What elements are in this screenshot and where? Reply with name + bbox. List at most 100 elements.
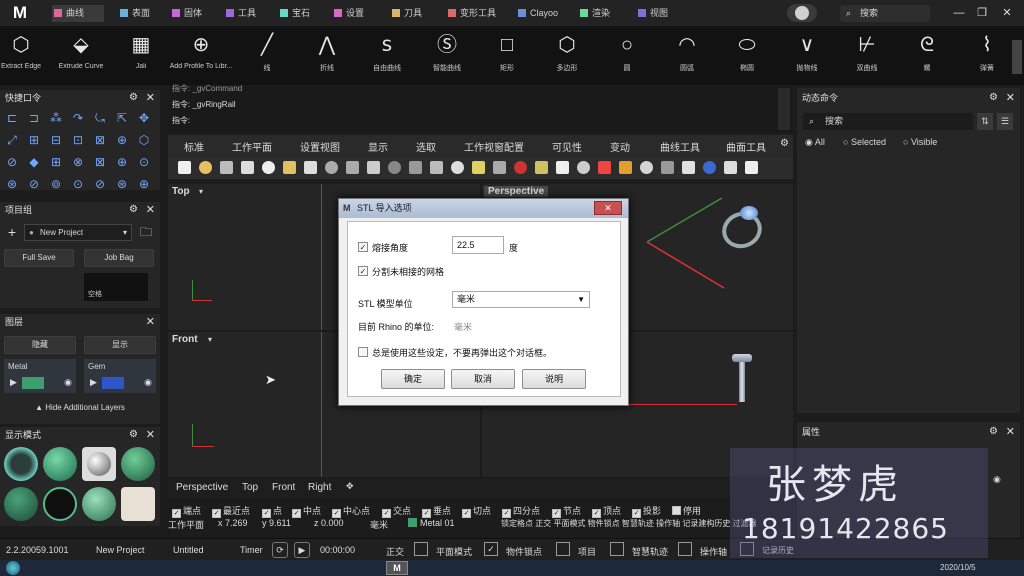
viewport-tab-right[interactable]: Right [308, 482, 331, 493]
stl-unit-select[interactable]: 毫米 ▼ [452, 291, 590, 308]
top-tab-2[interactable]: 固体 [170, 5, 222, 22]
toolbar-tool-icon[interactable] [514, 161, 527, 174]
toolbar-tool-icon[interactable] [556, 161, 569, 174]
quick-command-icon[interactable]: ⊟ [47, 131, 65, 149]
quick-command-icon[interactable]: ⊠ [91, 153, 109, 171]
top-tab-8[interactable]: Clayoo [516, 5, 576, 22]
planar-checkbox[interactable] [414, 542, 428, 556]
toolbar-tab-9[interactable]: 曲面工具 [726, 139, 766, 154]
toolbar-tab-6[interactable]: 可见性 [552, 139, 582, 154]
toolbar-tab-4[interactable]: 选取 [416, 139, 436, 154]
toolbar-tab-8[interactable]: 曲线工具 [660, 139, 700, 154]
radio-all[interactable]: ◉ All [805, 137, 825, 148]
smarttrack-checkbox[interactable] [610, 542, 624, 556]
quick-command-icon[interactable]: ⊠ [91, 131, 109, 149]
command-scrollbar[interactable] [778, 88, 790, 130]
quick-command-icon[interactable]: ⊕ [135, 175, 153, 193]
artistic-mode[interactable] [82, 487, 116, 521]
pen-mode[interactable] [121, 487, 155, 521]
toolbar-tool-icon[interactable] [661, 161, 674, 174]
toolbar-tool-icon[interactable] [262, 161, 275, 174]
dialog-close-button[interactable]: ✕ [594, 201, 622, 215]
weld-angle-input[interactable]: 22.5 [452, 236, 504, 254]
toolbar-tab-5[interactable]: 工作视窗配置 [464, 139, 524, 154]
toolbar-tool-icon[interactable] [367, 161, 380, 174]
eye-icon[interactable]: ◉ [993, 474, 1001, 485]
quick-command-icon[interactable]: ⊕ [113, 131, 131, 149]
toolbar-tab-7[interactable]: 变动 [610, 139, 630, 154]
quick-command-icon[interactable]: ⤿ [91, 109, 109, 127]
command-prompt[interactable]: 指令: [172, 115, 190, 126]
toolbar-tool-icon[interactable] [598, 161, 611, 174]
weld-angle-checkbox[interactable]: ✓ [358, 242, 368, 252]
top-search-input[interactable]: ⌕ 搜索 [840, 5, 930, 22]
split-mesh-checkbox[interactable]: ✓ [358, 266, 368, 276]
layer-gem[interactable]: Gem ▶ ◉ [84, 359, 156, 393]
toolbar-tab-0[interactable]: 标准 [184, 139, 204, 154]
close-icon[interactable]: ✕ [146, 90, 155, 106]
quick-command-icon[interactable]: ⊙ [69, 175, 87, 193]
radio-visible[interactable]: ○ Visible [903, 137, 937, 147]
start-button[interactable] [6, 561, 20, 575]
ring-side-model[interactable] [732, 354, 752, 404]
cancel-button[interactable]: 取消 [451, 369, 515, 389]
ribbon-tool-3[interactable]: ⊕ Add Profile To Libr... [166, 31, 236, 83]
gear-icon[interactable]: ⚙ [989, 422, 998, 442]
gem-model[interactable] [740, 206, 758, 220]
toolbar-tool-icon[interactable] [703, 161, 716, 174]
minimize-icon[interactable]: — [952, 6, 966, 20]
close-icon[interactable]: ✕ [146, 202, 155, 218]
project-thumbnail[interactable]: 空格 [84, 273, 148, 301]
toolbar-tool-icon[interactable] [409, 161, 422, 174]
toolbar-tool-icon[interactable] [619, 161, 632, 174]
filter-icon[interactable]: ⇅ [977, 113, 993, 130]
quick-command-icon[interactable]: ⬡ [135, 131, 153, 149]
quick-command-icon[interactable]: ↷ [69, 109, 87, 127]
toolbar-tool-icon[interactable] [283, 161, 296, 174]
toolbar-tool-icon[interactable] [430, 161, 443, 174]
add-icon[interactable]: + [4, 224, 20, 240]
project-select[interactable]: ● New Project ▾ [24, 224, 132, 241]
toolbar-tool-icon[interactable] [178, 161, 191, 174]
show-layers-button[interactable]: 显示 [84, 336, 156, 354]
hide-additional-layers-button[interactable]: ▲ Hide Additional Layers [0, 400, 160, 416]
top-tab-4[interactable]: 宝石 [278, 5, 330, 22]
technical-mode[interactable] [43, 487, 77, 521]
always-use-checkbox[interactable] [358, 347, 368, 357]
close-icon[interactable]: ✕ [146, 314, 155, 330]
user-avatar[interactable] [787, 4, 817, 22]
quick-command-icon[interactable]: ⊏ [3, 109, 21, 127]
rendered-mode[interactable] [82, 447, 116, 481]
quick-command-icon[interactable]: ⇱ [113, 109, 131, 127]
toolbar-tool-icon[interactable] [472, 161, 485, 174]
quick-command-icon[interactable]: ⊙ [135, 153, 153, 171]
app-taskbar-icon[interactable]: M [386, 561, 408, 575]
add-viewport-icon[interactable]: ✥ [346, 481, 354, 492]
reset-timer-button[interactable]: ⟳ [272, 542, 288, 558]
toolbar-tool-icon[interactable] [640, 161, 653, 174]
help-button[interactable]: 说明 [522, 369, 586, 389]
quick-command-icon[interactable]: ⊕ [113, 153, 131, 171]
toolbar-tab-2[interactable]: 设置视图 [300, 139, 340, 154]
toolbar-tool-icon[interactable] [451, 161, 464, 174]
close-icon[interactable]: ✕ [1000, 6, 1014, 20]
gear-icon[interactable]: ⚙ [129, 90, 138, 106]
gumball-checkbox[interactable] [678, 542, 692, 556]
list-icon[interactable]: ☰ [997, 113, 1013, 130]
viewport-tab-perspective[interactable]: Perspective [176, 482, 228, 493]
quick-command-icon[interactable]: ⊗ [69, 153, 87, 171]
job-bag-button[interactable]: Job Bag [84, 249, 154, 267]
project-checkbox[interactable] [556, 542, 570, 556]
toolbar-tool-icon[interactable] [304, 161, 317, 174]
top-tab-1[interactable]: 表面 [118, 5, 170, 22]
gear-icon[interactable]: ⚙ [780, 138, 789, 149]
top-tab-7[interactable]: 变形工具 [446, 5, 514, 22]
quick-command-icon[interactable]: ⊚ [47, 175, 65, 193]
toolbar-tool-icon[interactable] [241, 161, 254, 174]
top-tab-5[interactable]: 设置 [332, 5, 384, 22]
quick-command-icon[interactable]: ⊘ [3, 153, 21, 171]
gear-icon[interactable]: ⚙ [989, 88, 998, 108]
quick-command-icon[interactable]: ⊐ [25, 109, 43, 127]
quick-command-icon[interactable]: ⊞ [47, 153, 65, 171]
quick-command-icon[interactable]: ⊞ [25, 131, 43, 149]
